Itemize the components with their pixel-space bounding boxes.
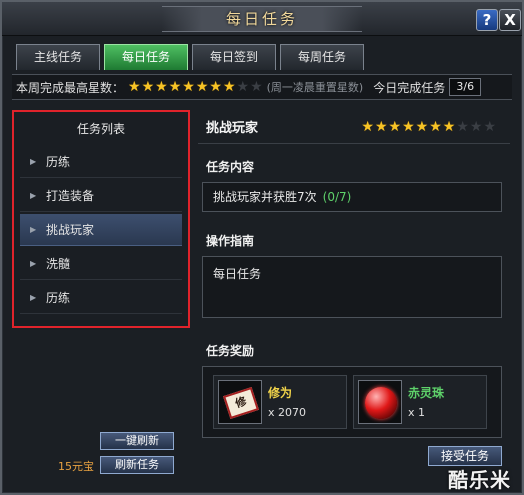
reward-name: 修为 xyxy=(268,386,293,400)
reset-note: (周一凌晨重置星数) xyxy=(266,81,364,94)
reward-quantity: x 1 xyxy=(408,406,426,419)
bullet-triangle-icon: ▶ xyxy=(30,191,37,200)
scroll-glyph: 修 xyxy=(223,386,259,420)
title-bar: 每日任务 ? X xyxy=(2,2,522,36)
task-item-training-2[interactable]: ▶ 历练 xyxy=(20,282,182,314)
tab-bar: 主线任务 每日任务 每日签到 每周任务 xyxy=(16,44,364,70)
task-title: 挑战玩家 xyxy=(206,121,259,136)
site-watermark: 酷乐米 xyxy=(448,468,511,492)
daily-task-window: 每日任务 ? X 主线任务 每日任务 每日签到 每周任务 本周完成最高星数： ★… xyxy=(0,0,524,495)
task-item-label: 挑战玩家 xyxy=(46,223,95,237)
reward-slot-red-orb[interactable]: 赤灵珠 x 1 xyxy=(353,375,487,429)
tab-daily-checkin[interactable]: 每日签到 xyxy=(192,44,276,70)
max-stars-label: 本周完成最高星数： xyxy=(16,80,125,95)
task-content-box: 挑战玩家并获胜7次 (0/7) xyxy=(202,182,502,212)
guide-box: 每日任务 xyxy=(202,256,502,318)
cultivation-scroll-icon: 修 xyxy=(218,380,262,424)
bullet-triangle-icon: ▶ xyxy=(30,157,37,166)
accept-task-button[interactable]: 接受任务 xyxy=(428,446,502,466)
guide-label: 操作指南 xyxy=(206,234,255,248)
window-title: 每日任务 xyxy=(225,10,298,28)
star-empty-icon: ★ xyxy=(469,119,483,135)
star-filled-icon: ★ xyxy=(209,79,222,95)
one-click-refresh-button[interactable]: 一键刷新 xyxy=(100,432,174,450)
star-filled-icon: ★ xyxy=(222,79,236,95)
max-stars-rating: ★ ★ ★ ★ ★ ★ ★ ★ ★ ★ xyxy=(128,80,263,94)
refresh-task-button[interactable]: 刷新任务 xyxy=(100,456,174,474)
task-content-text: 挑战玩家并获胜7次 xyxy=(213,190,317,204)
bullet-triangle-icon: ▶ xyxy=(30,225,37,234)
star-filled-icon: ★ xyxy=(168,79,182,95)
star-empty-icon: ★ xyxy=(236,79,250,95)
refresh-area: 一键刷新 15元宝 刷新任务 xyxy=(12,332,190,482)
star-empty-icon: ★ xyxy=(250,79,263,95)
star-filled-icon: ★ xyxy=(388,119,402,135)
star-filled-icon: ★ xyxy=(128,79,141,95)
star-filled-icon: ★ xyxy=(374,119,388,135)
star-filled-icon: ★ xyxy=(442,119,456,135)
star-empty-icon: ★ xyxy=(483,119,496,135)
reward-slot-cultivation[interactable]: 修 修为 x 2070 xyxy=(213,375,347,429)
task-item-label: 打造装备 xyxy=(46,189,95,203)
star-filled-icon: ★ xyxy=(141,79,155,95)
tab-daily-task[interactable]: 每日任务 xyxy=(104,44,188,70)
status-bar: 本周完成最高星数： ★ ★ ★ ★ ★ ★ ★ ★ ★ ★ (周一凌晨重置星数) 今日完成任务 3… xyxy=(12,74,512,100)
guide-text: 每日任务 xyxy=(213,267,262,281)
star-filled-icon: ★ xyxy=(155,79,168,95)
today-complete-count: 3/6 xyxy=(449,78,482,96)
task-difficulty-rating: ★ ★ ★ ★ ★ ★ ★ ★ ★ ★ xyxy=(361,120,496,134)
reward-quantity: x 2070 xyxy=(268,406,307,419)
star-empty-icon: ★ xyxy=(456,119,469,135)
task-item-label: 历练 xyxy=(46,291,71,305)
red-orb-icon xyxy=(358,380,402,424)
star-filled-icon: ★ xyxy=(182,79,195,95)
star-filled-icon: ★ xyxy=(429,119,442,135)
task-item-challenge-player[interactable]: ▶ 挑战玩家 xyxy=(20,214,182,246)
task-item-label: 洗髓 xyxy=(46,257,71,271)
orb-glyph xyxy=(365,387,397,419)
refresh-cost-label: 15元宝 xyxy=(58,460,94,473)
task-item-forge-equipment[interactable]: ▶ 打造装备 xyxy=(20,180,182,212)
reward-name: 赤灵珠 xyxy=(408,386,445,400)
task-item-marrow-cleansing[interactable]: ▶ 洗髓 xyxy=(20,248,182,280)
bullet-triangle-icon: ▶ xyxy=(30,293,37,302)
reward-label: 任务奖励 xyxy=(206,344,255,358)
task-item-training[interactable]: ▶ 历练 xyxy=(20,146,182,178)
task-item-label: 历练 xyxy=(46,155,71,169)
help-button[interactable]: ? xyxy=(476,9,498,31)
task-content-label: 任务内容 xyxy=(206,160,255,174)
bullet-triangle-icon: ▶ xyxy=(30,259,37,268)
star-filled-icon: ★ xyxy=(361,119,374,135)
task-title-row: 挑战玩家 ★ ★ ★ ★ ★ ★ ★ ★ ★ ★ xyxy=(198,110,510,144)
reward-box: 修 修为 x 2070 赤灵珠 x 1 xyxy=(202,366,502,438)
task-list-panel: 任务列表 ▶ 历练 ▶ 打造装备 ▶ 挑战玩家 ▶ 洗髓 ▶ 历练 xyxy=(12,110,190,328)
task-list-header: 任务列表 xyxy=(76,122,125,136)
star-filled-icon: ★ xyxy=(415,119,429,135)
star-filled-icon: ★ xyxy=(195,79,209,95)
close-button[interactable]: X xyxy=(499,9,521,31)
today-complete-label: 今日完成任务 xyxy=(373,80,446,95)
star-filled-icon: ★ xyxy=(402,119,415,135)
tab-weekly-task[interactable]: 每周任务 xyxy=(280,44,364,70)
task-progress: (0/7) xyxy=(322,190,352,204)
tab-main-quest[interactable]: 主线任务 xyxy=(16,44,100,70)
task-detail-panel: 挑战玩家 ★ ★ ★ ★ ★ ★ ★ ★ ★ ★ 任务内容 挑战玩家并获胜7次 (0/7) 操作指南… xyxy=(198,110,510,490)
